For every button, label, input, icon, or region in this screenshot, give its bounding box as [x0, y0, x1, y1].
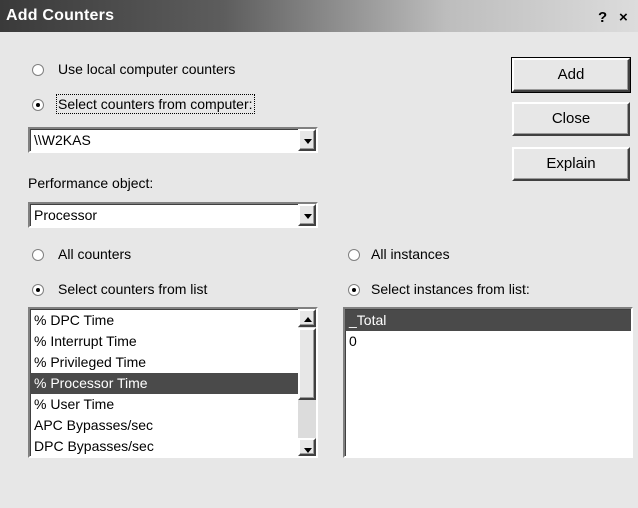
use-local-label[interactable]: Use local computer counters — [58, 61, 235, 77]
chevron-down-icon — [304, 448, 312, 453]
select-from-computer-label[interactable]: Select counters from computer: — [56, 94, 255, 114]
performance-object-value: Processor — [34, 207, 98, 223]
list-item[interactable]: 0 — [345, 331, 631, 352]
counters-scrollbar[interactable] — [298, 309, 316, 456]
performance-object-dropdown-button[interactable] — [298, 204, 316, 226]
use-local-radio[interactable] — [32, 64, 44, 76]
window-title: Add Counters — [6, 7, 115, 24]
all-instances-radio[interactable] — [348, 249, 360, 261]
list-item[interactable]: % User Time — [30, 394, 298, 415]
select-instances-label[interactable]: Select instances from list: — [371, 281, 530, 297]
select-from-computer-radio[interactable] — [32, 99, 44, 111]
computer-value: \\W2KAS — [34, 132, 91, 148]
list-item-selected[interactable]: _Total — [345, 310, 631, 331]
computer-combo[interactable]: \\W2KAS — [28, 127, 318, 153]
all-counters-radio[interactable] — [32, 249, 44, 261]
help-icon[interactable]: ? — [598, 9, 607, 26]
chevron-up-icon — [304, 317, 312, 322]
chevron-down-icon — [304, 139, 312, 144]
instances-items: _Total 0 — [345, 310, 631, 352]
list-item[interactable]: % Privileged Time — [30, 352, 298, 373]
close-icon[interactable]: × — [619, 9, 628, 26]
list-item[interactable]: % Interrupt Time — [30, 331, 298, 352]
list-item-selected[interactable]: % Processor Time — [30, 373, 298, 394]
instances-list[interactable]: _Total 0 — [343, 307, 633, 458]
scroll-up-button[interactable] — [298, 309, 316, 327]
select-instances-radio[interactable] — [348, 284, 360, 296]
scroll-down-button[interactable] — [298, 438, 316, 456]
explain-button[interactable]: Explain — [512, 147, 630, 181]
all-instances-label[interactable]: All instances — [371, 246, 450, 262]
scroll-thumb[interactable] — [298, 328, 316, 400]
all-counters-label[interactable]: All counters — [58, 246, 131, 262]
counters-items: % DPC Time % Interrupt Time % Privileged… — [30, 310, 298, 456]
list-item[interactable]: APC Bypasses/sec — [30, 415, 298, 436]
title-bar[interactable]: Add Counters ? × — [0, 0, 638, 32]
close-button[interactable]: Close — [512, 102, 630, 136]
add-button[interactable]: Add — [511, 57, 631, 93]
list-item[interactable]: % DPC Time — [30, 310, 298, 331]
computer-dropdown-button[interactable] — [298, 129, 316, 151]
list-item[interactable]: DPC Bypasses/sec — [30, 436, 298, 456]
counters-list[interactable]: % DPC Time % Interrupt Time % Privileged… — [28, 307, 318, 458]
add-counters-dialog: Add Counters ? × Use local computer coun… — [0, 0, 638, 508]
performance-object-label: Performance object: — [28, 175, 154, 191]
performance-object-combo[interactable]: Processor — [28, 202, 318, 228]
select-counters-radio[interactable] — [32, 284, 44, 296]
chevron-down-icon — [304, 214, 312, 219]
select-counters-label[interactable]: Select counters from list — [58, 281, 207, 297]
